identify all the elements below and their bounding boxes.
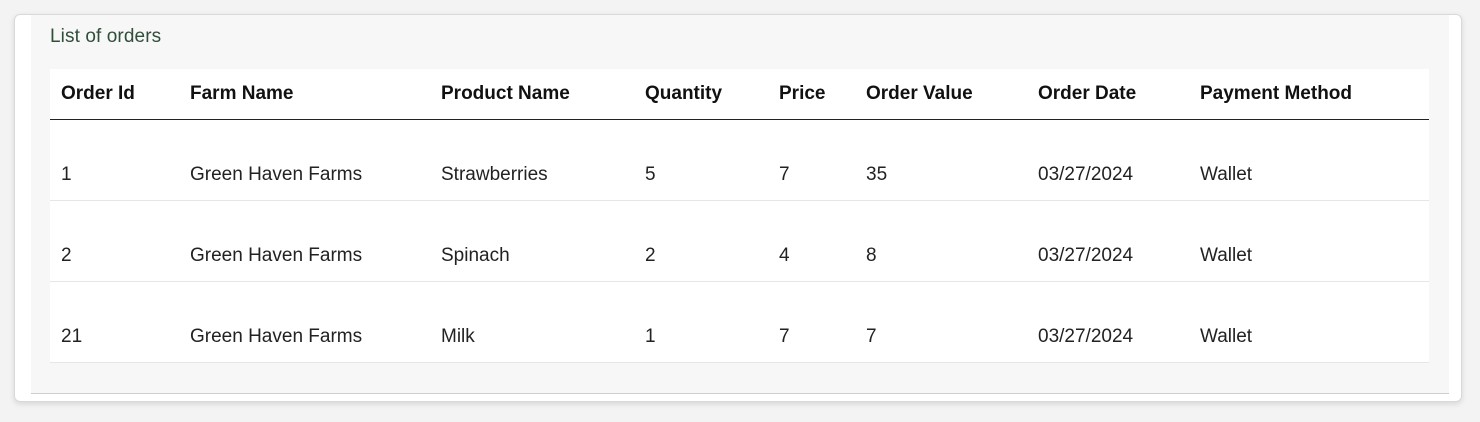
cell-order-date: 03/27/2024 — [1027, 119, 1189, 201]
column-header-order-date[interactable]: Order Date — [1027, 69, 1189, 120]
column-header-order-id[interactable]: Order Id — [50, 69, 179, 120]
table-row[interactable]: 21 Green Haven Farms Milk 1 7 7 03/27/20… — [50, 281, 1429, 363]
orders-panel: List of orders Order Id Farm Name Produc… — [31, 15, 1449, 394]
column-header-product-name[interactable]: Product Name — [430, 69, 634, 120]
cell-price: 4 — [768, 200, 855, 282]
cell-order-value: 35 — [855, 119, 1027, 201]
cell-farm-name: Green Haven Farms — [179, 281, 430, 363]
column-header-price[interactable]: Price — [768, 69, 855, 120]
cell-order-value: 8 — [855, 200, 1027, 282]
cell-product-name: Spinach — [430, 200, 634, 282]
cell-quantity: 1 — [634, 281, 768, 363]
cell-order-id: 1 — [50, 119, 179, 201]
table-row[interactable]: 2 Green Haven Farms Spinach 2 4 8 03/27/… — [50, 200, 1429, 282]
column-header-quantity[interactable]: Quantity — [634, 69, 768, 120]
cell-farm-name: Green Haven Farms — [179, 119, 430, 201]
cell-product-name: Strawberries — [430, 119, 634, 201]
table-row[interactable]: 1 Green Haven Farms Strawberries 5 7 35 … — [50, 119, 1429, 201]
cell-order-date: 03/27/2024 — [1027, 281, 1189, 363]
cell-product-name: Milk — [430, 281, 634, 363]
orders-table-container: Order Id Farm Name Product Name Quantity… — [50, 69, 1429, 363]
column-header-payment-method[interactable]: Payment Method — [1189, 69, 1429, 120]
cell-quantity: 5 — [634, 119, 768, 201]
table-header-row: Order Id Farm Name Product Name Quantity… — [50, 69, 1429, 120]
panel-title: List of orders — [50, 26, 162, 47]
column-header-order-value[interactable]: Order Value — [855, 69, 1027, 120]
orders-table: Order Id Farm Name Product Name Quantity… — [50, 69, 1429, 363]
cell-quantity: 2 — [634, 200, 768, 282]
cell-payment-method: Wallet — [1189, 281, 1429, 363]
cell-payment-method: Wallet — [1189, 200, 1429, 282]
cell-order-value: 7 — [855, 281, 1027, 363]
cell-order-id: 2 — [50, 200, 179, 282]
cell-price: 7 — [768, 119, 855, 201]
cell-price: 7 — [768, 281, 855, 363]
column-header-farm-name[interactable]: Farm Name — [179, 69, 430, 120]
cell-payment-method: Wallet — [1189, 119, 1429, 201]
cell-order-date: 03/27/2024 — [1027, 200, 1189, 282]
cell-order-id: 21 — [50, 281, 179, 363]
cell-farm-name: Green Haven Farms — [179, 200, 430, 282]
orders-card: List of orders Order Id Farm Name Produc… — [14, 14, 1462, 402]
